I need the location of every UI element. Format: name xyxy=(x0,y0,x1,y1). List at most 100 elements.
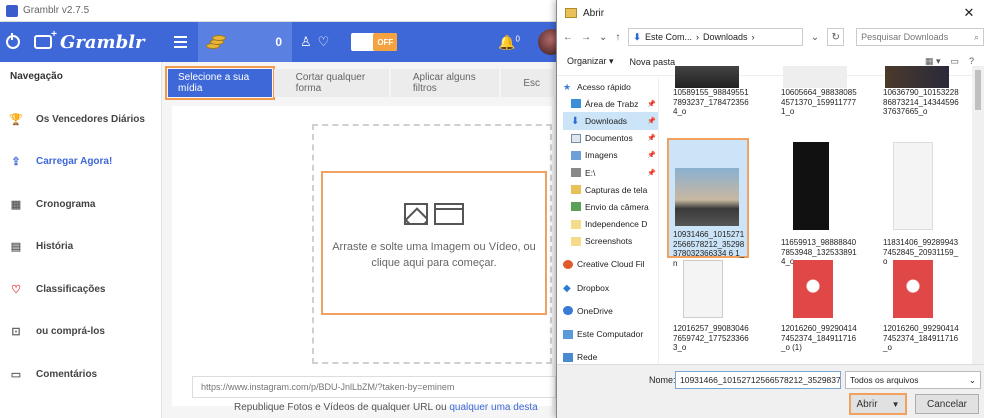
nav-desktop[interactable]: Área de Trabz 📌 xyxy=(563,95,658,112)
refresh-icon[interactable]: ↻ xyxy=(827,28,845,46)
chevron-right-icon: › xyxy=(751,32,755,42)
bell-icon[interactable]: 🔔0 xyxy=(498,34,520,51)
folder-icon xyxy=(571,185,581,195)
avatar[interactable] xyxy=(538,29,556,55)
file-name: 12016257_990830467659742_1775233663_o xyxy=(673,324,749,352)
organize-button[interactable]: Organizar ▾ xyxy=(567,56,614,67)
sidebar-item-buy[interactable]: ⊡ ou comprá-los xyxy=(0,311,161,354)
nav-onedrive[interactable]: OneDrive xyxy=(563,302,658,319)
close-icon[interactable]: ✕ xyxy=(954,5,984,21)
nav-camera-roll[interactable]: Envio da câmera xyxy=(563,198,658,215)
sidebar-item-label: Carregar Agora! xyxy=(36,156,113,168)
file-item[interactable]: 11831406_992899437452845_20931159_o xyxy=(879,142,961,267)
file-name: 10589155_988495517893237_1784723564_o xyxy=(673,88,749,116)
url-input[interactable] xyxy=(192,376,556,398)
camera-plus-icon[interactable] xyxy=(34,29,57,49)
step-crop[interactable]: Cortar qualquer forma xyxy=(273,69,389,97)
republish-text: Republique Fotos e Vídeos de qualquer UR… xyxy=(234,402,538,413)
file-item[interactable]: 10605664_988380854571370_1599117771_o xyxy=(777,66,859,117)
document-icon xyxy=(571,133,581,143)
dialog-title: Abrir xyxy=(583,7,605,19)
up-icon[interactable]: ↑ xyxy=(615,32,620,43)
onedrive-icon xyxy=(563,306,573,316)
toggle-label: OFF xyxy=(373,33,398,51)
sidebar-item-upload[interactable]: ⇪ Carregar Agora! xyxy=(0,141,161,184)
open-button[interactable]: Abrir ▼ xyxy=(849,393,907,415)
back-icon[interactable]: ← xyxy=(563,32,573,43)
cancel-button[interactable]: Cancelar xyxy=(915,394,979,414)
drop-zone[interactable]: Arraste e solte uma Imagem ou Vídeo, ou … xyxy=(321,171,547,315)
nav-creative-cloud[interactable]: Creative Cloud Fil xyxy=(563,256,658,273)
file-name-input[interactable]: 10931466_10152712566578212_3529837803236… xyxy=(675,371,841,389)
forward-icon[interactable]: → xyxy=(581,32,591,43)
file-item-selected[interactable]: 10931466_10152712566578212_3529837803236… xyxy=(667,138,749,268)
auto-toggle[interactable]: OFF xyxy=(351,33,398,51)
menu-icon[interactable] xyxy=(162,36,198,48)
file-item[interactable]: 10589155_988495517893237_1784723564_o xyxy=(669,66,751,117)
chevron-down-icon[interactable]: ⌄ xyxy=(599,32,607,43)
gramblr-window: Gramblr v2.7.5 Gramblr 0 ♙ ♡ OFF 🔔0 Nave… xyxy=(0,0,556,418)
nav-screenshots[interactable]: Screenshots xyxy=(563,233,658,250)
video-icon xyxy=(434,203,464,225)
address-bar[interactable]: ⬇ Este Com... › Downloads › xyxy=(628,28,803,46)
pictures-icon xyxy=(571,150,581,160)
file-type-select[interactable]: Todos os arquivos ⌄ xyxy=(845,371,981,389)
dialog-footer: Nome: 10931466_10152712566578212_3529837… xyxy=(557,364,984,418)
nav-dropbox[interactable]: ◆ Dropbox xyxy=(563,279,658,296)
app-icon xyxy=(6,4,18,17)
nav-label: Acesso rápido xyxy=(577,81,631,92)
file-item[interactable]: 10636790_1015322886873214_14344596376376… xyxy=(879,66,961,117)
pin-icon: 📌 xyxy=(647,100,656,108)
computer-icon xyxy=(563,329,573,339)
file-name: 12016260_992904147452374_184911716_o (1) xyxy=(781,324,857,352)
folder-icon xyxy=(571,236,581,246)
nav-network[interactable]: Rede xyxy=(563,349,658,364)
file-thumbnail xyxy=(885,66,949,88)
file-item[interactable]: 12016257_990830467659742_1775233663_o xyxy=(669,260,751,353)
nav-screenshots-folder[interactable]: Capturas de tela xyxy=(563,181,658,198)
drop-zone-text: Arraste e solte uma Imagem ou Vídeo, ou … xyxy=(332,241,536,269)
nav-documents[interactable]: Documentos 📌 xyxy=(563,130,658,147)
chevron-down-icon[interactable]: ⌄ xyxy=(811,32,819,43)
power-icon[interactable] xyxy=(6,33,20,49)
breadcrumb-folder[interactable]: Downloads xyxy=(703,32,748,42)
nav-this-pc[interactable]: Este Computador xyxy=(563,325,658,342)
sidebar-item-history[interactable]: ▤ História xyxy=(0,226,161,269)
step-select-media[interactable]: Selecione a sua mídia xyxy=(165,66,275,100)
coins-button[interactable]: 0 xyxy=(198,22,292,62)
file-scrollbar[interactable] xyxy=(972,66,984,364)
nav-independence[interactable]: Independence D xyxy=(563,216,658,233)
file-item[interactable]: 12016260_992904147452374_184911716_o (1) xyxy=(777,260,859,353)
breadcrumb-root[interactable]: Este Com... xyxy=(645,32,692,42)
nav-quick-access[interactable]: ★ Acesso rápido xyxy=(563,78,658,95)
search-input[interactable]: Pesquisar Downloads ⌕ xyxy=(856,28,984,46)
file-name: 10605664_988380854571370_1599117771_o xyxy=(781,88,857,116)
sidebar-item-ratings[interactable]: ♡ Classificações xyxy=(0,268,161,311)
step-next[interactable]: Esc xyxy=(501,69,554,97)
sidebar-item-schedule[interactable]: ▦ Cronograma xyxy=(0,183,161,226)
file-item[interactable]: 12016260_992904147452374_184911716_o xyxy=(879,260,961,353)
scrollbar-thumb[interactable] xyxy=(975,70,981,110)
sidebar-item-comments[interactable]: ▭ Comentários xyxy=(0,353,161,396)
nav-pictures[interactable]: Imagens 📌 xyxy=(563,147,658,164)
step-filters[interactable]: Aplicar alguns filtros xyxy=(390,69,500,97)
dropdown-arrow-icon[interactable]: ▼ xyxy=(892,400,900,409)
dialog-titlebar: Abrir ✕ xyxy=(557,0,984,26)
nav-drive-e[interactable]: E:\ 📌 xyxy=(563,164,658,181)
file-thumbnail xyxy=(893,260,933,318)
navigation-pane: ★ Acesso rápido Área de Trabz 📌 ⬇ Downloads… xyxy=(563,78,659,364)
drive-icon xyxy=(571,168,581,178)
user-icon[interactable]: ♙ xyxy=(300,34,312,50)
nav-label: Área de Trabz xyxy=(585,98,639,109)
logo: Gramblr xyxy=(60,31,145,53)
republish-link[interactable]: qualquer uma desta xyxy=(449,402,537,413)
heart-icon[interactable]: ♡ xyxy=(318,34,330,50)
nav-label: Dropbox xyxy=(577,282,610,293)
nav-downloads[interactable]: ⬇ Downloads 📌 xyxy=(563,112,658,130)
heart-icon: ♡ xyxy=(11,283,21,296)
file-thumbnail xyxy=(793,142,829,230)
new-folder-button[interactable]: Nova pasta xyxy=(630,57,676,67)
file-item[interactable]: 11659913_988888407853948_1325338914_o xyxy=(777,142,859,267)
nav-label: Rede xyxy=(577,352,598,363)
sidebar-item-winners[interactable]: 🏆 Os Vencedores Diários xyxy=(0,98,161,141)
